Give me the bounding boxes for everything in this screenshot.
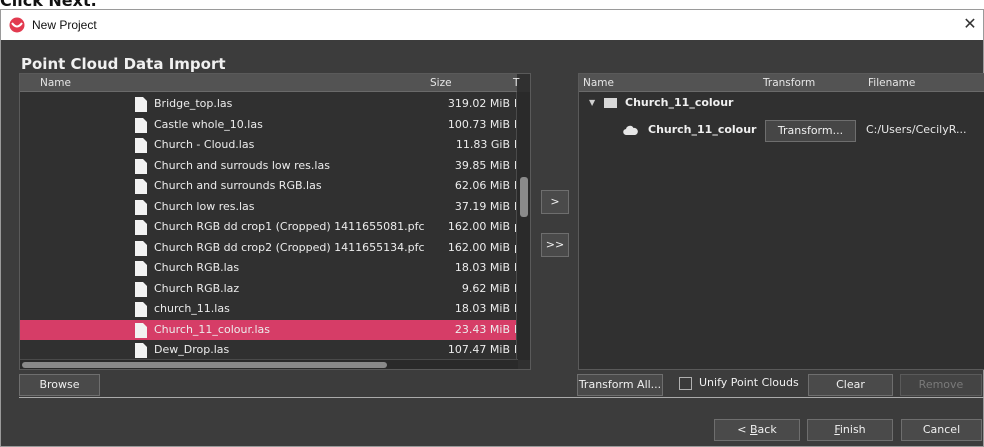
- page-title: Point Cloud Data Import: [21, 55, 226, 73]
- file-size: 11.83 GiB: [455, 138, 510, 151]
- file-rows: Bridge_top.las319.02 MiBlaCastle whole_1…: [20, 94, 517, 366]
- file-name: Church and surrouds low res.las: [154, 158, 330, 172]
- back-label: ack: [757, 423, 777, 436]
- footer-divider: [19, 397, 984, 398]
- collapse-arrow-icon[interactable]: ▼: [589, 93, 595, 113]
- file-icon: [135, 261, 147, 276]
- file-name: Church RGB dd crop2 (Cropped) 1411655134…: [154, 240, 425, 254]
- tree-group-row[interactable]: ▼ Church_11_colour: [579, 93, 984, 113]
- file-name: Bridge_top.las: [154, 97, 233, 110]
- back-mnemonic: B: [750, 423, 758, 436]
- file-icon: [135, 322, 147, 338]
- file-row[interactable]: Castle whole_10.las100.73 MiBla: [20, 115, 517, 136]
- file-list-header: Name Size T: [20, 74, 519, 92]
- file-row[interactable]: Church RGB.las18.03 MiBla: [20, 258, 517, 279]
- file-name: Dew_Drop.las: [154, 343, 230, 356]
- project-clouds-tree[interactable]: Name Transform Filename ▼ Church_11_colo…: [578, 73, 984, 370]
- file-icon: [135, 138, 147, 153]
- window-title: New Project: [32, 18, 97, 32]
- clear-button[interactable]: Clear: [808, 374, 893, 396]
- finish-button[interactable]: Finish: [807, 419, 893, 441]
- file-icon: [135, 281, 147, 297]
- file-name: Church - Cloud.las: [154, 138, 255, 151]
- file-size: 39.85 MiB: [454, 158, 510, 172]
- file-row[interactable]: Church - Cloud.las11.83 GiBla: [20, 135, 517, 156]
- file-icon: [135, 97, 147, 112]
- file-name: Castle whole_10.las: [154, 117, 263, 131]
- app-logo-icon: [9, 17, 25, 33]
- file-name: Church RGB dd crop1 (Cropped) 1411655081…: [154, 220, 425, 233]
- file-size: 37.19 MiB: [454, 199, 510, 213]
- file-row[interactable]: Church RGB dd crop1 (Cropped) 1411655081…: [20, 217, 517, 238]
- column-header-transform[interactable]: Transform: [763, 74, 815, 92]
- item-name: Church_11_colour: [648, 123, 757, 136]
- file-icon: [135, 302, 147, 317]
- file-row[interactable]: Church_11_colour.las23.43 MiBla: [20, 319, 517, 340]
- remove-button[interactable]: Remove: [900, 374, 982, 396]
- file-size: 100.73 MiB: [447, 117, 510, 131]
- folder-icon: [604, 98, 617, 108]
- unify-point-clouds-label: Unify Point Clouds: [699, 376, 799, 389]
- column-header-name[interactable]: Name: [40, 74, 71, 92]
- browse-button[interactable]: Browse: [19, 374, 100, 396]
- file-name: Church low res.las: [154, 199, 255, 213]
- file-name: Church RGB.laz: [154, 281, 240, 295]
- file-size: 18.03 MiB: [454, 302, 510, 315]
- vertical-scrollbar[interactable]: [516, 92, 530, 360]
- horizontal-scrollbar[interactable]: [20, 359, 518, 369]
- scrollbar-thumb[interactable]: [22, 362, 387, 368]
- instruction-caption: Click Next.: [0, 0, 97, 10]
- file-size: 162.00 MiB: [447, 220, 510, 233]
- file-name: Church and surrounds RGB.las: [154, 179, 322, 192]
- file-size: 162.00 MiB: [447, 240, 510, 254]
- cloud-icon: [623, 125, 638, 135]
- close-icon[interactable]: ✕: [961, 14, 979, 34]
- file-row[interactable]: Church low res.las37.19 MiBla: [20, 197, 517, 218]
- project-tree-header: Name Transform Filename: [579, 74, 984, 92]
- file-icon: [135, 179, 147, 194]
- file-row[interactable]: Bridge_top.las319.02 MiBla: [20, 94, 517, 115]
- file-icon: [135, 199, 147, 215]
- file-size: 23.43 MiB: [454, 322, 510, 336]
- back-button[interactable]: < Back: [714, 419, 800, 441]
- transform-button[interactable]: Transform...: [765, 120, 856, 142]
- file-size: 62.06 MiB: [454, 179, 510, 192]
- file-row[interactable]: Church RGB dd crop2 (Cropped) 1411655134…: [20, 238, 517, 259]
- file-name: Church RGB.las: [154, 261, 240, 274]
- file-row[interactable]: Church and surrounds RGB.las62.06 MiBla: [20, 176, 517, 197]
- tree-item-row[interactable]: Church_11_colour Transform... C:/Users/C…: [579, 120, 984, 142]
- file-name: church_11.las: [154, 302, 230, 315]
- finish-label: inish: [839, 423, 866, 436]
- add-selected-button[interactable]: >: [541, 190, 569, 214]
- file-icon: [135, 240, 147, 256]
- file-size: 18.03 MiB: [454, 261, 510, 274]
- file-size: 107.47 MiB: [447, 343, 510, 356]
- group-name: Church_11_colour: [625, 96, 734, 109]
- file-name: Church_11_colour.las: [154, 322, 270, 336]
- transform-all-button[interactable]: Transform All...: [577, 374, 663, 396]
- column-header-name[interactable]: Name: [583, 74, 614, 92]
- file-browser-list[interactable]: Name Size T Bridge_top.las319.02 MiBlaCa…: [19, 73, 531, 370]
- cancel-button[interactable]: Cancel: [901, 419, 982, 441]
- file-icon: [135, 220, 147, 235]
- add-all-button[interactable]: >>: [541, 233, 569, 257]
- file-icon: [135, 117, 147, 133]
- file-size: 319.02 MiB: [447, 97, 510, 110]
- file-row[interactable]: Church and surrouds low res.las 39.85 MiB…: [20, 156, 517, 177]
- title-bar: New Project ✕: [1, 10, 983, 40]
- file-icon: [135, 158, 147, 174]
- file-row[interactable]: church_11.las18.03 MiBla: [20, 299, 517, 320]
- back-prefix: <: [737, 423, 750, 436]
- file-row[interactable]: Church RGB.laz9.62 MiBla: [20, 279, 517, 300]
- file-icon: [135, 343, 147, 358]
- scrollbar-thumb[interactable]: [520, 177, 528, 217]
- filename-cell: C:/Users/CecilyR...: [866, 123, 967, 136]
- column-header-filename[interactable]: Filename: [868, 74, 915, 92]
- file-row[interactable]: Dew_Drop.las107.47 MiBla: [20, 340, 517, 361]
- column-header-type[interactable]: T: [513, 74, 519, 92]
- unify-point-clouds-checkbox[interactable]: [679, 377, 692, 390]
- file-size: 9.62 MiB: [461, 281, 510, 295]
- column-header-size[interactable]: Size: [430, 74, 452, 92]
